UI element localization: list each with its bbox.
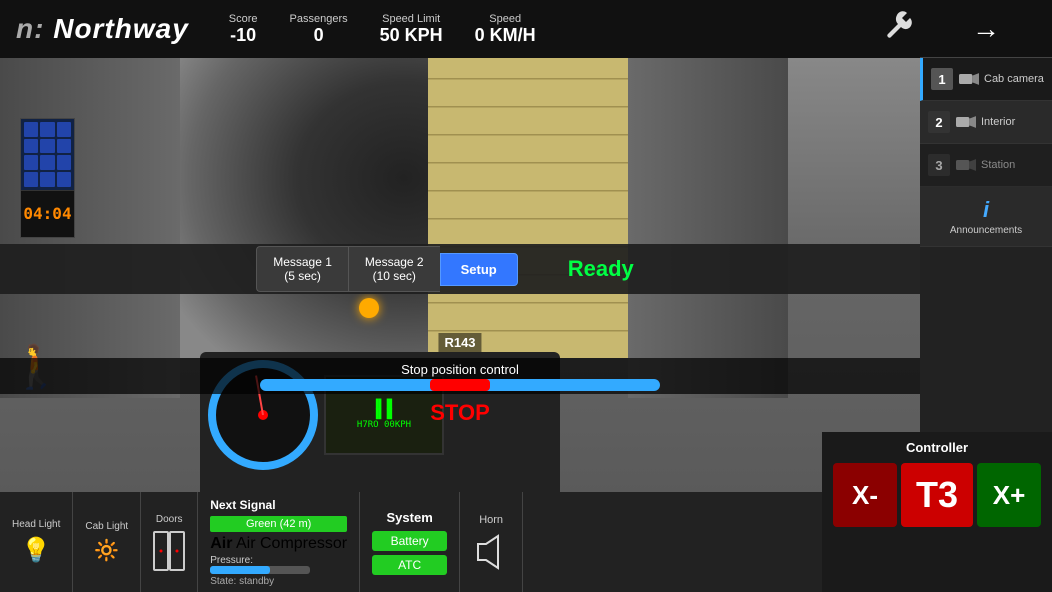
camera2-label: Interior: [981, 116, 1015, 128]
station-camera-button[interactable]: 3 Station: [920, 144, 1052, 187]
controller-buttons: X- T3 X+: [833, 463, 1041, 527]
keypad-key[interactable]: [40, 172, 54, 187]
camera3-number: 3: [928, 154, 950, 176]
wrench-icon: [882, 8, 912, 38]
keypad-key[interactable]: [24, 172, 38, 187]
next-signal-section: Next Signal Green (42 m) Air Air Compres…: [198, 492, 360, 592]
camera1-label: Cab camera: [984, 73, 1044, 85]
keypad-key[interactable]: [40, 139, 54, 154]
headlight-label: Head Light: [12, 519, 60, 530]
speed-label: Speed: [489, 13, 521, 25]
keypad-key[interactable]: [24, 122, 38, 137]
speed-value: 0 KM/H: [475, 25, 536, 46]
air-compressor-label: Air Air Compressor: [210, 535, 347, 553]
camera2-icon: [956, 115, 976, 129]
camera3-icon: [956, 158, 976, 172]
atc-button[interactable]: ATC: [372, 555, 447, 575]
keypad-key[interactable]: [57, 122, 71, 137]
battery-button[interactable]: Battery: [372, 531, 447, 551]
score-stat: Score -10: [229, 13, 258, 46]
right-cab-wall: [628, 58, 788, 398]
camera3-label: Station: [981, 159, 1015, 171]
headlight-icon: 💡: [21, 536, 51, 565]
stop-bar-track: [260, 379, 660, 391]
cablight-section: Cab Light 🔆: [73, 492, 141, 592]
next-signal-title: Next Signal: [210, 498, 347, 512]
score-label: Score: [229, 13, 258, 25]
station-name-display: n: Northway: [0, 13, 189, 45]
tunnel-signal-light: [359, 298, 379, 318]
signal-value: Green (42 m): [210, 516, 347, 532]
speed-limit-label: Speed Limit: [382, 13, 440, 25]
passengers-value: 0: [314, 25, 324, 46]
keypad-key[interactable]: [24, 139, 38, 154]
announcements-button[interactable]: i Announcements: [920, 187, 1052, 247]
exit-button[interactable]: →: [920, 0, 1052, 58]
hud-stats: Score -10 Passengers 0 Speed Limit 50 KP…: [229, 13, 536, 46]
controller-section: Controller X- T3 X+: [822, 432, 1052, 592]
cab-keypad-device: 04:04: [20, 118, 75, 238]
stop-position-bar: Stop position control: [0, 358, 920, 394]
doors-label: Doors: [156, 514, 183, 525]
digital-clock: 04:04: [23, 204, 71, 223]
speed-limit-value: 50 KPH: [380, 25, 443, 46]
message2-button[interactable]: Message 2 (10 sec): [348, 246, 440, 292]
speed-stat: Speed 0 KM/H: [475, 13, 536, 46]
pressure-label: Pressure:: [210, 555, 347, 576]
cablight-label: Cab Light: [85, 521, 128, 532]
interior-camera-button[interactable]: 2 Interior: [920, 101, 1052, 144]
stop-text: STOP: [430, 400, 490, 426]
tunnel-tile-wall: [428, 58, 628, 358]
keypad-key[interactable]: [57, 139, 71, 154]
camera2-number: 2: [928, 111, 950, 133]
cablight-icon: 🔆: [94, 538, 119, 563]
keypad-key[interactable]: [57, 172, 71, 187]
camera1-icon: [959, 72, 979, 86]
pressure-bar: [210, 566, 310, 574]
stop-position-label: Stop position control: [401, 362, 519, 377]
message1-button[interactable]: Message 1 (5 sec): [256, 246, 348, 292]
pressure-bar-fill: [210, 566, 270, 574]
horn-label: Horn: [479, 514, 503, 526]
left-cab-wall: 04:04 🚶: [0, 58, 180, 398]
state-label: State: standby: [210, 576, 347, 587]
score-value: -10: [230, 25, 256, 46]
controller-increase-button[interactable]: X+: [977, 463, 1041, 527]
announce-icon: i: [983, 197, 989, 223]
exit-icon: →: [972, 13, 1000, 45]
system-section: System Battery ATC: [360, 492, 460, 592]
stop-bar-indicator: [430, 379, 490, 391]
train-id-label: R143: [438, 334, 481, 352]
message-bar: Message 1 (5 sec) Message 2 (10 sec) Set…: [0, 244, 920, 294]
keypad-key[interactable]: [24, 155, 38, 170]
doors-section: Doors: [141, 492, 198, 592]
passengers-label: Passengers: [290, 13, 348, 25]
keypad-key[interactable]: [40, 155, 54, 170]
speed-limit-stat: Speed Limit 50 KPH: [380, 13, 443, 46]
camera1-number: 1: [931, 68, 953, 90]
keypad-key[interactable]: [40, 122, 54, 137]
wrench-button[interactable]: [882, 8, 912, 43]
horn-icon: [476, 534, 506, 570]
bottom-controls: Head Light 💡 Cab Light 🔆 Doors Next Sign…: [0, 492, 920, 592]
passengers-stat: Passengers 0: [290, 13, 348, 46]
doors-icon: [153, 531, 185, 571]
cab-camera-button[interactable]: 1 Cab camera: [920, 58, 1052, 101]
top-bar: n: Northway Score -10 Passengers 0 Speed…: [0, 0, 920, 58]
ready-indicator: Ready: [538, 248, 664, 290]
controller-title: Controller: [906, 440, 968, 455]
horn-section: Horn: [460, 492, 523, 592]
controller-decrease-button[interactable]: X-: [833, 463, 897, 527]
system-title: System: [372, 510, 447, 525]
announce-label: Announcements: [950, 225, 1022, 236]
headlight-section: Head Light 💡: [0, 492, 73, 592]
controller-current-display: T3: [901, 463, 973, 527]
keypad-key[interactable]: [57, 155, 71, 170]
setup-button[interactable]: Setup: [440, 253, 518, 286]
tunnel-opening: [180, 58, 628, 358]
